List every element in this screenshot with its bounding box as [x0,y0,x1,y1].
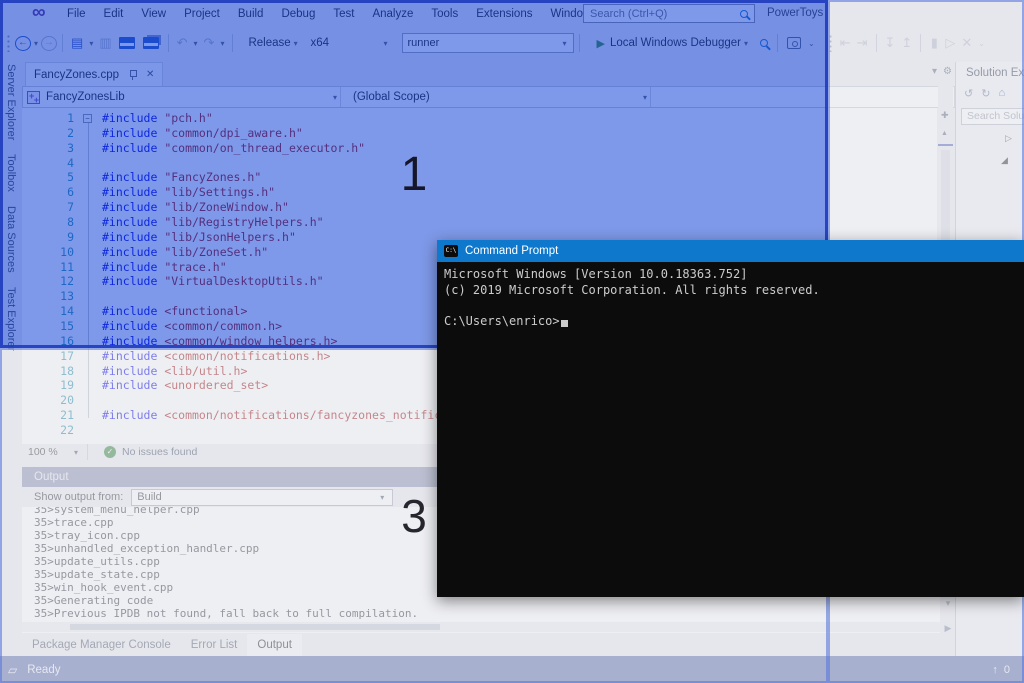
screen: ∞ FileEditViewProjectBuildDebugTestAnaly… [0,0,1024,683]
command-prompt-title-bar[interactable]: C:\ Command Prompt [437,240,1024,262]
command-prompt-title: Command Prompt [465,245,558,257]
terminal-prompt-line: C:\Users\enrico> [444,314,1024,330]
terminal-line: (c) 2019 Microsoft Corporation. All righ… [444,283,1024,299]
terminal-output: Microsoft Windows [Version 10.0.18363.75… [444,267,1024,314]
terminal-line: Microsoft Windows [Version 10.0.18363.75… [444,267,1024,283]
zone-number-3: 3 [401,489,427,543]
command-prompt-icon: C:\ [444,245,458,257]
command-prompt-window: C:\ Command Prompt Microsoft Windows [Ve… [437,240,1024,597]
zone-number-1: 1 [401,147,428,202]
terminal-cursor [561,320,568,327]
command-prompt-terminal[interactable]: Microsoft Windows [Version 10.0.18363.75… [437,262,1024,597]
terminal-line [444,298,1024,314]
